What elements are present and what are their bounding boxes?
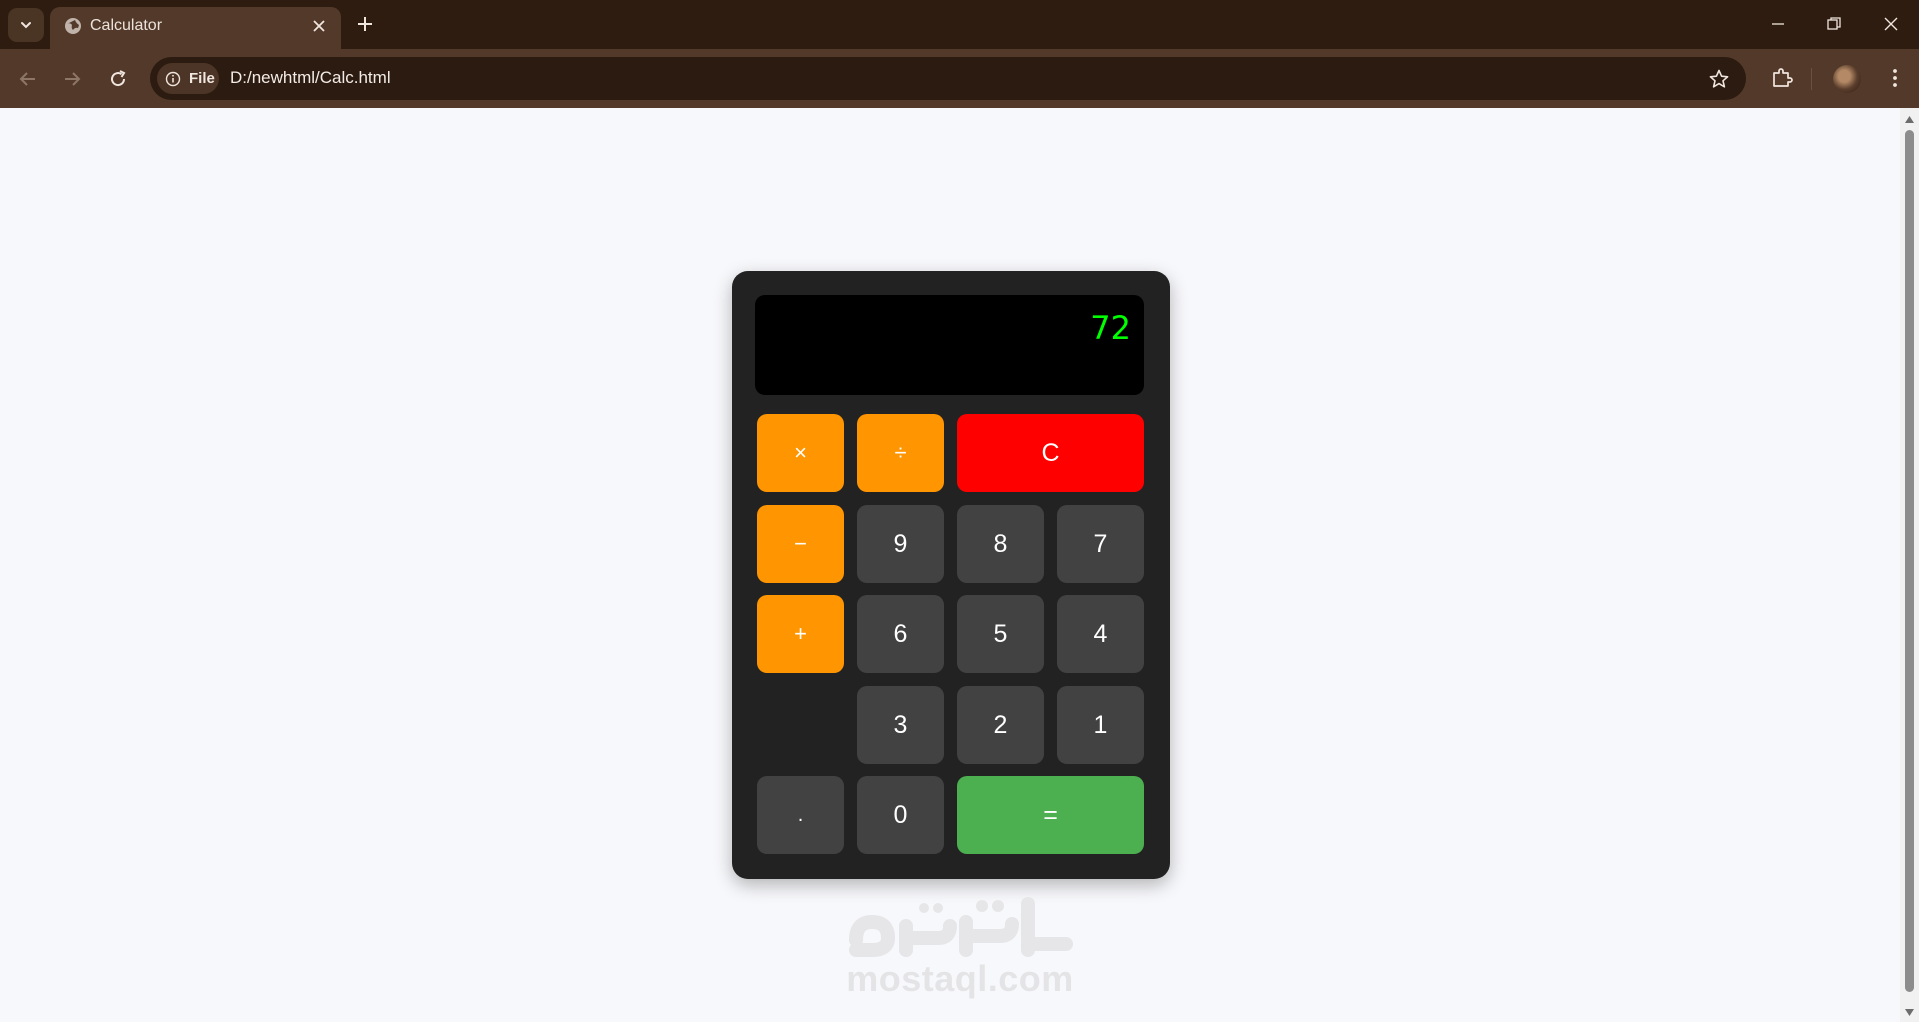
back-icon[interactable] — [16, 67, 40, 91]
scroll-down-arrow-icon[interactable] — [1904, 1008, 1915, 1018]
clear-button[interactable]: C — [957, 414, 1144, 492]
digit-3-button[interactable]: 3 — [857, 686, 944, 764]
bookmark-star-icon[interactable] — [1708, 68, 1730, 90]
site-info-chip[interactable]: File — [157, 63, 219, 94]
browser-toolbar: File D:/newhtml/Calc.html — [0, 49, 1919, 108]
chevron-down-icon — [21, 22, 31, 29]
tab-search-button[interactable] — [8, 8, 44, 42]
decimal-button[interactable]: . — [757, 776, 844, 854]
calculator-display: 72 — [755, 295, 1144, 395]
address-bar[interactable]: File D:/newhtml/Calc.html — [150, 57, 1746, 100]
close-tab-icon[interactable] — [311, 18, 327, 34]
restore-icon[interactable] — [1824, 14, 1844, 34]
scrollbar-thumb[interactable] — [1905, 130, 1914, 992]
menu-kebab-icon[interactable] — [1882, 65, 1908, 91]
scroll-up-arrow-icon[interactable] — [1904, 114, 1915, 124]
divide-button[interactable]: ÷ — [857, 414, 944, 492]
digit-2-button[interactable]: 2 — [957, 686, 1044, 764]
vertical-scrollbar[interactable] — [1900, 108, 1919, 1022]
display-value: 72 — [1090, 309, 1131, 347]
digit-0-button[interactable]: 0 — [857, 776, 944, 854]
digit-8-button[interactable]: 8 — [957, 505, 1044, 583]
digit-5-button[interactable]: 5 — [957, 595, 1044, 673]
multiply-button[interactable]: × — [757, 414, 844, 492]
new-tab-icon[interactable] — [355, 14, 375, 34]
calculator: 72 × ÷ C − 9 8 7 + 6 5 4 3 2 1 . 0 = — [732, 271, 1170, 879]
tab-strip: Calculator — [0, 0, 1919, 49]
plus-button[interactable]: + — [757, 595, 844, 673]
site-info-label: File — [189, 70, 215, 87]
info-icon — [165, 71, 181, 87]
close-window-icon[interactable] — [1881, 14, 1901, 34]
mostaql-logo-watermark — [849, 897, 1073, 957]
toolbar-divider — [1811, 68, 1812, 90]
watermark-text: mostaql.com — [846, 958, 1074, 999]
extensions-icon[interactable] — [1769, 65, 1795, 91]
reload-icon[interactable] — [106, 67, 130, 91]
browser-tab[interactable]: Calculator — [50, 7, 341, 49]
digit-9-button[interactable]: 9 — [857, 505, 944, 583]
tab-title: Calculator — [90, 17, 163, 34]
digit-4-button[interactable]: 4 — [1057, 595, 1144, 673]
digit-1-button[interactable]: 1 — [1057, 686, 1144, 764]
forward-icon[interactable] — [60, 67, 84, 91]
digit-6-button[interactable]: 6 — [857, 595, 944, 673]
profile-avatar[interactable] — [1833, 65, 1861, 93]
equals-button[interactable]: = — [957, 776, 1144, 854]
minus-button[interactable]: − — [757, 505, 844, 583]
url-text[interactable]: D:/newhtml/Calc.html — [230, 68, 391, 88]
globe-icon — [65, 18, 81, 34]
digit-7-button[interactable]: 7 — [1057, 505, 1144, 583]
minimize-icon[interactable] — [1768, 14, 1788, 34]
